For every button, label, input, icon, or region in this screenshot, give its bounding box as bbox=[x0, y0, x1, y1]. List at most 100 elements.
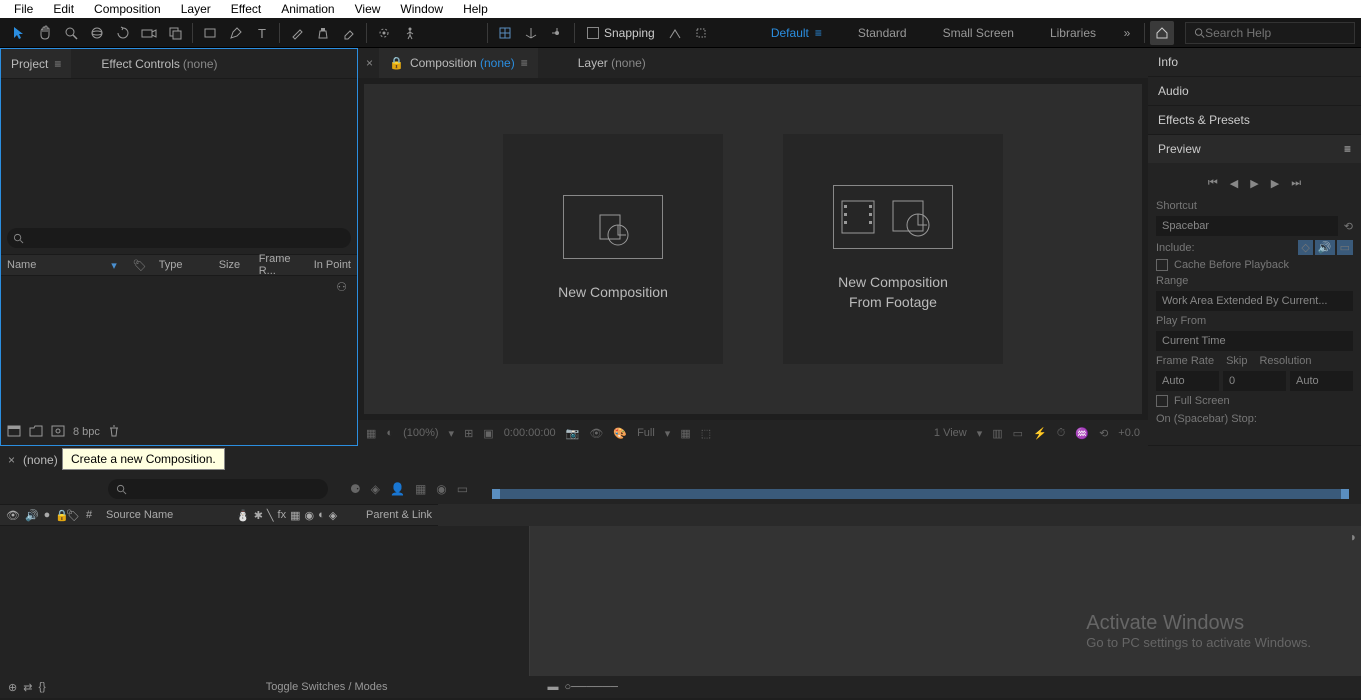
bpc-label[interactable]: 8 bpc bbox=[73, 426, 100, 438]
col-inpoint[interactable]: In Point bbox=[308, 259, 357, 271]
video-toggle-icon[interactable]: 👁 bbox=[6, 509, 20, 522]
comp-marker-icon[interactable]: ◗ bbox=[1350, 530, 1357, 544]
shy-icon[interactable]: ⛄ bbox=[236, 509, 250, 522]
new-composition-button[interactable]: New Composition bbox=[503, 134, 723, 364]
timeline-track-area[interactable]: ◗ bbox=[530, 526, 1361, 676]
next-frame-icon[interactable]: ▶ bbox=[1271, 177, 1279, 190]
snapshot-icon[interactable]: 📷 bbox=[566, 427, 580, 440]
prev-frame-icon[interactable]: ◀ bbox=[1230, 177, 1238, 190]
pan-behind-tool-icon[interactable] bbox=[163, 21, 187, 45]
audio-toggle-icon[interactable]: 🔊 bbox=[25, 509, 39, 522]
reset-icon[interactable]: ⟲ bbox=[1344, 220, 1353, 233]
current-time[interactable]: 0:00:00:00 bbox=[504, 427, 556, 439]
col-framerate[interactable]: Frame R... bbox=[253, 253, 308, 277]
timeline-icon[interactable]: ⏱ bbox=[1057, 427, 1066, 440]
motion-blur-col-icon[interactable]: ◉ bbox=[305, 509, 315, 522]
adjustment-icon[interactable]: ◐ bbox=[318, 509, 325, 522]
project-tab[interactable]: Project≡ bbox=[1, 49, 71, 78]
layer-switches-icon[interactable]: {} bbox=[38, 681, 45, 693]
new-composition-from-footage-button[interactable]: New Composition From Footage bbox=[783, 134, 1003, 364]
collapse-icon[interactable]: ✱ bbox=[254, 509, 263, 522]
play-icon[interactable]: ▶ bbox=[1250, 177, 1258, 190]
effect-controls-tab[interactable]: Effect Controls(none) bbox=[91, 49, 227, 78]
reset-exposure-icon[interactable]: ⟲ bbox=[1099, 427, 1108, 440]
roto-brush-tool-icon[interactable] bbox=[372, 21, 396, 45]
mask-icon[interactable]: ◐ bbox=[386, 427, 393, 439]
menu-edit[interactable]: Edit bbox=[43, 1, 84, 17]
expand-icon[interactable]: ⊕ bbox=[8, 681, 17, 694]
rotate-tool-icon[interactable] bbox=[111, 21, 135, 45]
home-icon[interactable] bbox=[1150, 21, 1174, 45]
eraser-tool-icon[interactable] bbox=[337, 21, 361, 45]
pen-tool-icon[interactable] bbox=[224, 21, 248, 45]
pixel-aspect-icon[interactable]: ▭ bbox=[1013, 427, 1023, 440]
work-area-bar[interactable] bbox=[492, 489, 1349, 499]
view-count[interactable]: 1 View bbox=[934, 427, 967, 439]
col-source-name[interactable]: Source Name bbox=[100, 509, 230, 521]
col-number[interactable]: # bbox=[80, 509, 100, 521]
first-frame-icon[interactable]: ⏮ bbox=[1208, 177, 1218, 190]
delete-icon[interactable] bbox=[108, 425, 120, 440]
col-type[interactable]: Type bbox=[153, 259, 213, 271]
layer-tab[interactable]: Layer (none) bbox=[568, 48, 656, 78]
resolution-select[interactable]: Auto bbox=[1290, 371, 1353, 391]
transfer-controls-icon[interactable]: ⇄ bbox=[23, 681, 32, 694]
orbit-tool-icon[interactable] bbox=[85, 21, 109, 45]
panel-menu-icon[interactable]: ≡ bbox=[521, 56, 528, 70]
new-folder-icon[interactable] bbox=[29, 425, 43, 440]
interpret-footage-icon[interactable] bbox=[7, 425, 21, 440]
resolution-select[interactable]: Full bbox=[637, 427, 655, 439]
composition-tab[interactable]: 🔒 Composition (none) ≡ bbox=[379, 48, 538, 78]
menu-window[interactable]: Window bbox=[390, 1, 453, 17]
view-layout-icon[interactable]: ▥ bbox=[992, 427, 1002, 440]
workspace-small-screen[interactable]: Small Screen bbox=[925, 18, 1032, 47]
flowchart-icon[interactable]: ♒ bbox=[1075, 427, 1089, 440]
menu-effect[interactable]: Effect bbox=[221, 1, 271, 17]
fast-preview-icon[interactable]: ⚡ bbox=[1033, 427, 1047, 440]
menu-composition[interactable]: Composition bbox=[84, 1, 171, 17]
playfrom-select[interactable]: Current Time bbox=[1156, 331, 1353, 351]
workspace-default[interactable]: Default≡ bbox=[753, 18, 840, 47]
work-area-end-handle[interactable] bbox=[1341, 489, 1349, 499]
menu-view[interactable]: View bbox=[345, 1, 391, 17]
transparency-icon[interactable]: ▦ bbox=[680, 427, 690, 440]
toggle-switches-button[interactable]: Toggle Switches / Modes bbox=[266, 681, 388, 693]
range-select[interactable]: Work Area Extended By Current... bbox=[1156, 291, 1353, 311]
show-snapshot-icon[interactable]: 👁 bbox=[589, 427, 603, 440]
workspace-standard[interactable]: Standard bbox=[840, 18, 925, 47]
label-col-icon[interactable]: 🏷 bbox=[66, 510, 80, 522]
close-tab-icon[interactable]: × bbox=[366, 56, 373, 70]
workspace-overflow-icon[interactable]: » bbox=[1115, 21, 1139, 45]
include-audio-icon[interactable]: 🔊 bbox=[1315, 240, 1335, 255]
timeline-search[interactable] bbox=[108, 479, 328, 499]
cache-checkbox[interactable] bbox=[1156, 259, 1168, 271]
quality-icon[interactable]: ╲ bbox=[267, 509, 274, 522]
audio-panel-header[interactable]: Audio bbox=[1148, 77, 1361, 105]
preview-panel-header[interactable]: Preview≡ bbox=[1148, 135, 1361, 163]
panel-menu-icon[interactable]: ≡ bbox=[54, 57, 61, 71]
solo-toggle-icon[interactable]: ● bbox=[44, 509, 51, 522]
zoom-slider[interactable]: ○────── bbox=[564, 681, 617, 693]
project-search[interactable] bbox=[7, 228, 351, 248]
col-name[interactable]: Name bbox=[1, 259, 101, 271]
menu-help[interactable]: Help bbox=[453, 1, 498, 17]
workspace-libraries[interactable]: Libraries bbox=[1032, 18, 1114, 47]
new-composition-icon[interactable] bbox=[51, 425, 65, 440]
panel-menu-icon[interactable]: ≡ bbox=[1344, 142, 1351, 156]
fullscreen-checkbox[interactable] bbox=[1156, 395, 1168, 407]
search-help-input[interactable] bbox=[1205, 26, 1346, 40]
col-size[interactable]: Size bbox=[213, 259, 253, 271]
fx-icon[interactable]: fx bbox=[278, 509, 287, 522]
include-overlay-icon[interactable]: ▭ bbox=[1337, 240, 1353, 255]
effects-presets-header[interactable]: Effects & Presets bbox=[1148, 106, 1361, 134]
snapping-toggle[interactable]: Snapping bbox=[587, 26, 655, 40]
work-area-start-handle[interactable] bbox=[492, 489, 500, 499]
draft-3d-icon[interactable]: ◈ bbox=[371, 482, 380, 496]
snap-bounds-icon[interactable] bbox=[689, 21, 713, 45]
motion-blur-icon[interactable]: ◉ bbox=[436, 482, 446, 496]
selection-tool-icon[interactable] bbox=[7, 21, 31, 45]
last-frame-icon[interactable]: ⏭ bbox=[1291, 177, 1301, 190]
frame-blend-col-icon[interactable]: ▦ bbox=[290, 509, 300, 522]
3d-layer-icon[interactable]: ◈ bbox=[329, 509, 337, 522]
zoom-tool-icon[interactable] bbox=[59, 21, 83, 45]
